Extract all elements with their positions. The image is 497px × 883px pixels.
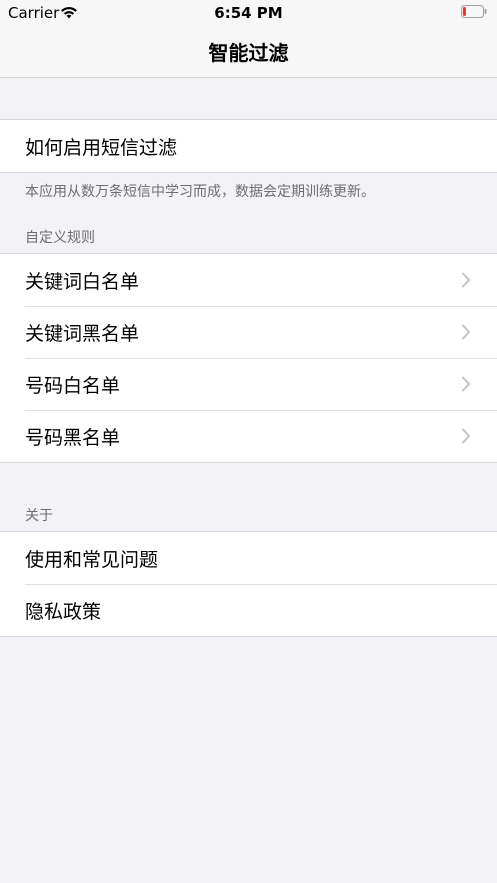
number-blacklist-row[interactable]: 号码黑名单 <box>0 410 497 462</box>
keyword-blacklist-row[interactable]: 关键词黑名单 <box>0 306 497 358</box>
enable-footer-note: 本应用从数万条短信中学习而成，数据会定期训练更新。 <box>25 184 375 200</box>
number-blacklist-label: 号码黑名单 <box>25 426 121 449</box>
how-to-enable-row[interactable]: 如何启用短信过滤 <box>0 120 497 172</box>
chevron-right-icon <box>462 428 470 444</box>
rules-section-header: 自定义规则 <box>25 230 95 246</box>
navigation-bar: 智能过滤 <box>0 26 497 78</box>
number-whitelist-row[interactable]: 号码白名单 <box>0 358 497 410</box>
how-to-enable-label: 如何启用短信过滤 <box>25 136 178 159</box>
clock: 6:54 PM <box>214 4 283 22</box>
status-bar: Carrier 6:54 PM <box>0 0 497 26</box>
page-title: 智能过滤 <box>208 41 289 65</box>
usage-faq-row[interactable]: 使用和常见问题 <box>0 532 497 584</box>
keyword-blacklist-label: 关键词黑名单 <box>25 322 140 345</box>
chevron-right-icon <box>462 272 470 288</box>
about-section-header: 关于 <box>25 508 53 524</box>
enable-group: 如何启用短信过滤 <box>0 119 497 173</box>
chevron-right-icon <box>462 376 470 392</box>
battery-level <box>463 7 466 16</box>
number-whitelist-label: 号码白名单 <box>25 374 121 397</box>
keyword-whitelist-label: 关键词白名单 <box>25 270 140 293</box>
privacy-policy-label: 隐私政策 <box>25 600 102 623</box>
usage-faq-label: 使用和常见问题 <box>25 548 159 571</box>
battery-icon <box>461 5 487 18</box>
chevron-right-icon <box>462 324 470 340</box>
keyword-whitelist-row[interactable]: 关键词白名单 <box>0 254 497 306</box>
privacy-policy-row[interactable]: 隐私政策 <box>0 584 497 636</box>
about-group: 使用和常见问题 隐私政策 <box>0 531 497 637</box>
rules-group: 关键词白名单 关键词黑名单 号码白名单 号码黑名单 <box>0 253 497 463</box>
